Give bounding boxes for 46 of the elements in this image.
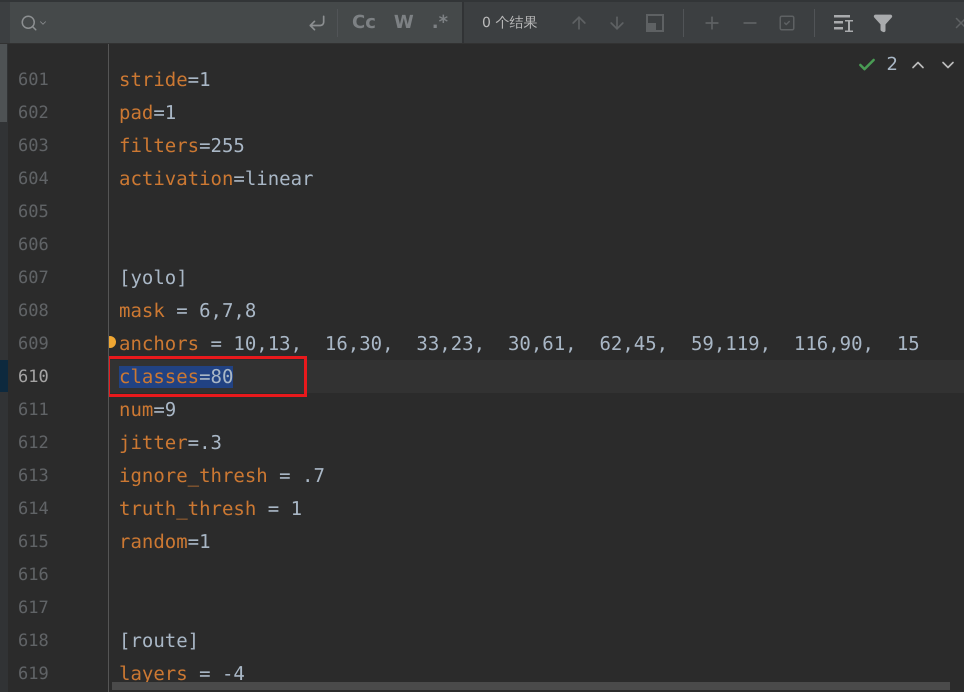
newline-icon[interactable] [306,12,327,32]
select-all-icon[interactable] [778,14,796,32]
horizontal-scrollbar[interactable] [112,682,950,690]
line-number: 615 [17,530,50,554]
line-number: 610 [17,366,50,388]
scrollbar-thumb[interactable] [0,44,7,122]
code-line: layers = -4 [119,662,245,684]
square-icon[interactable] [645,12,666,32]
search-icon[interactable] [20,14,48,32]
code-line: ignore_thresh = .7 [119,464,325,486]
line-number: 601 [17,68,50,92]
code-line: activation=linear [119,168,314,190]
line-number: 605 [17,200,50,224]
line-number: 607 [17,266,50,290]
search-option-toggle[interactable]: .* [428,10,452,35]
line-number: 602 [17,102,50,124]
code-line: stride=1 [119,68,211,90]
line-number: 612 [17,432,50,454]
code-line: mask = 6,7,8 [119,300,256,322]
code-line: pad=1 [119,102,176,124]
line-number: 613 [17,464,50,488]
line-number: 618 [17,630,50,652]
code-line: num=9 [119,398,176,420]
line-number: 617 [17,596,50,620]
line-number: 609 [17,332,50,356]
code-line: [route] [119,630,200,652]
line-number: 604 [17,168,50,190]
search-option-toggle[interactable]: Cc [348,10,380,35]
search-field[interactable]: Cc W .* [10,2,462,43]
search-option-toggle[interactable]: W [390,10,418,35]
line-number: 603 [17,134,50,158]
line-number: 614 [17,498,50,520]
code-line: filters=255 [119,134,245,156]
code-line: [yolo] [119,266,188,288]
line-number: 616 [17,564,50,586]
line-number: 606 [17,234,50,256]
filter-icon[interactable] [873,12,894,32]
code-line: jitter=.3 [119,432,222,454]
code-line: truth_thresh = 1 [119,498,302,520]
line-number: 608 [17,300,50,322]
line-number: 619 [17,662,50,686]
result-count: 0 个结果 [482,14,538,32]
line-number: 611 [17,398,50,422]
code-line: anchors = 10,13, 16,30, 33,23, 30,61, 62,45, 59,119, 116,90, 15 [119,332,920,354]
code-line: random=1 [119,530,211,552]
inspection-count: 2 [886,54,898,75]
